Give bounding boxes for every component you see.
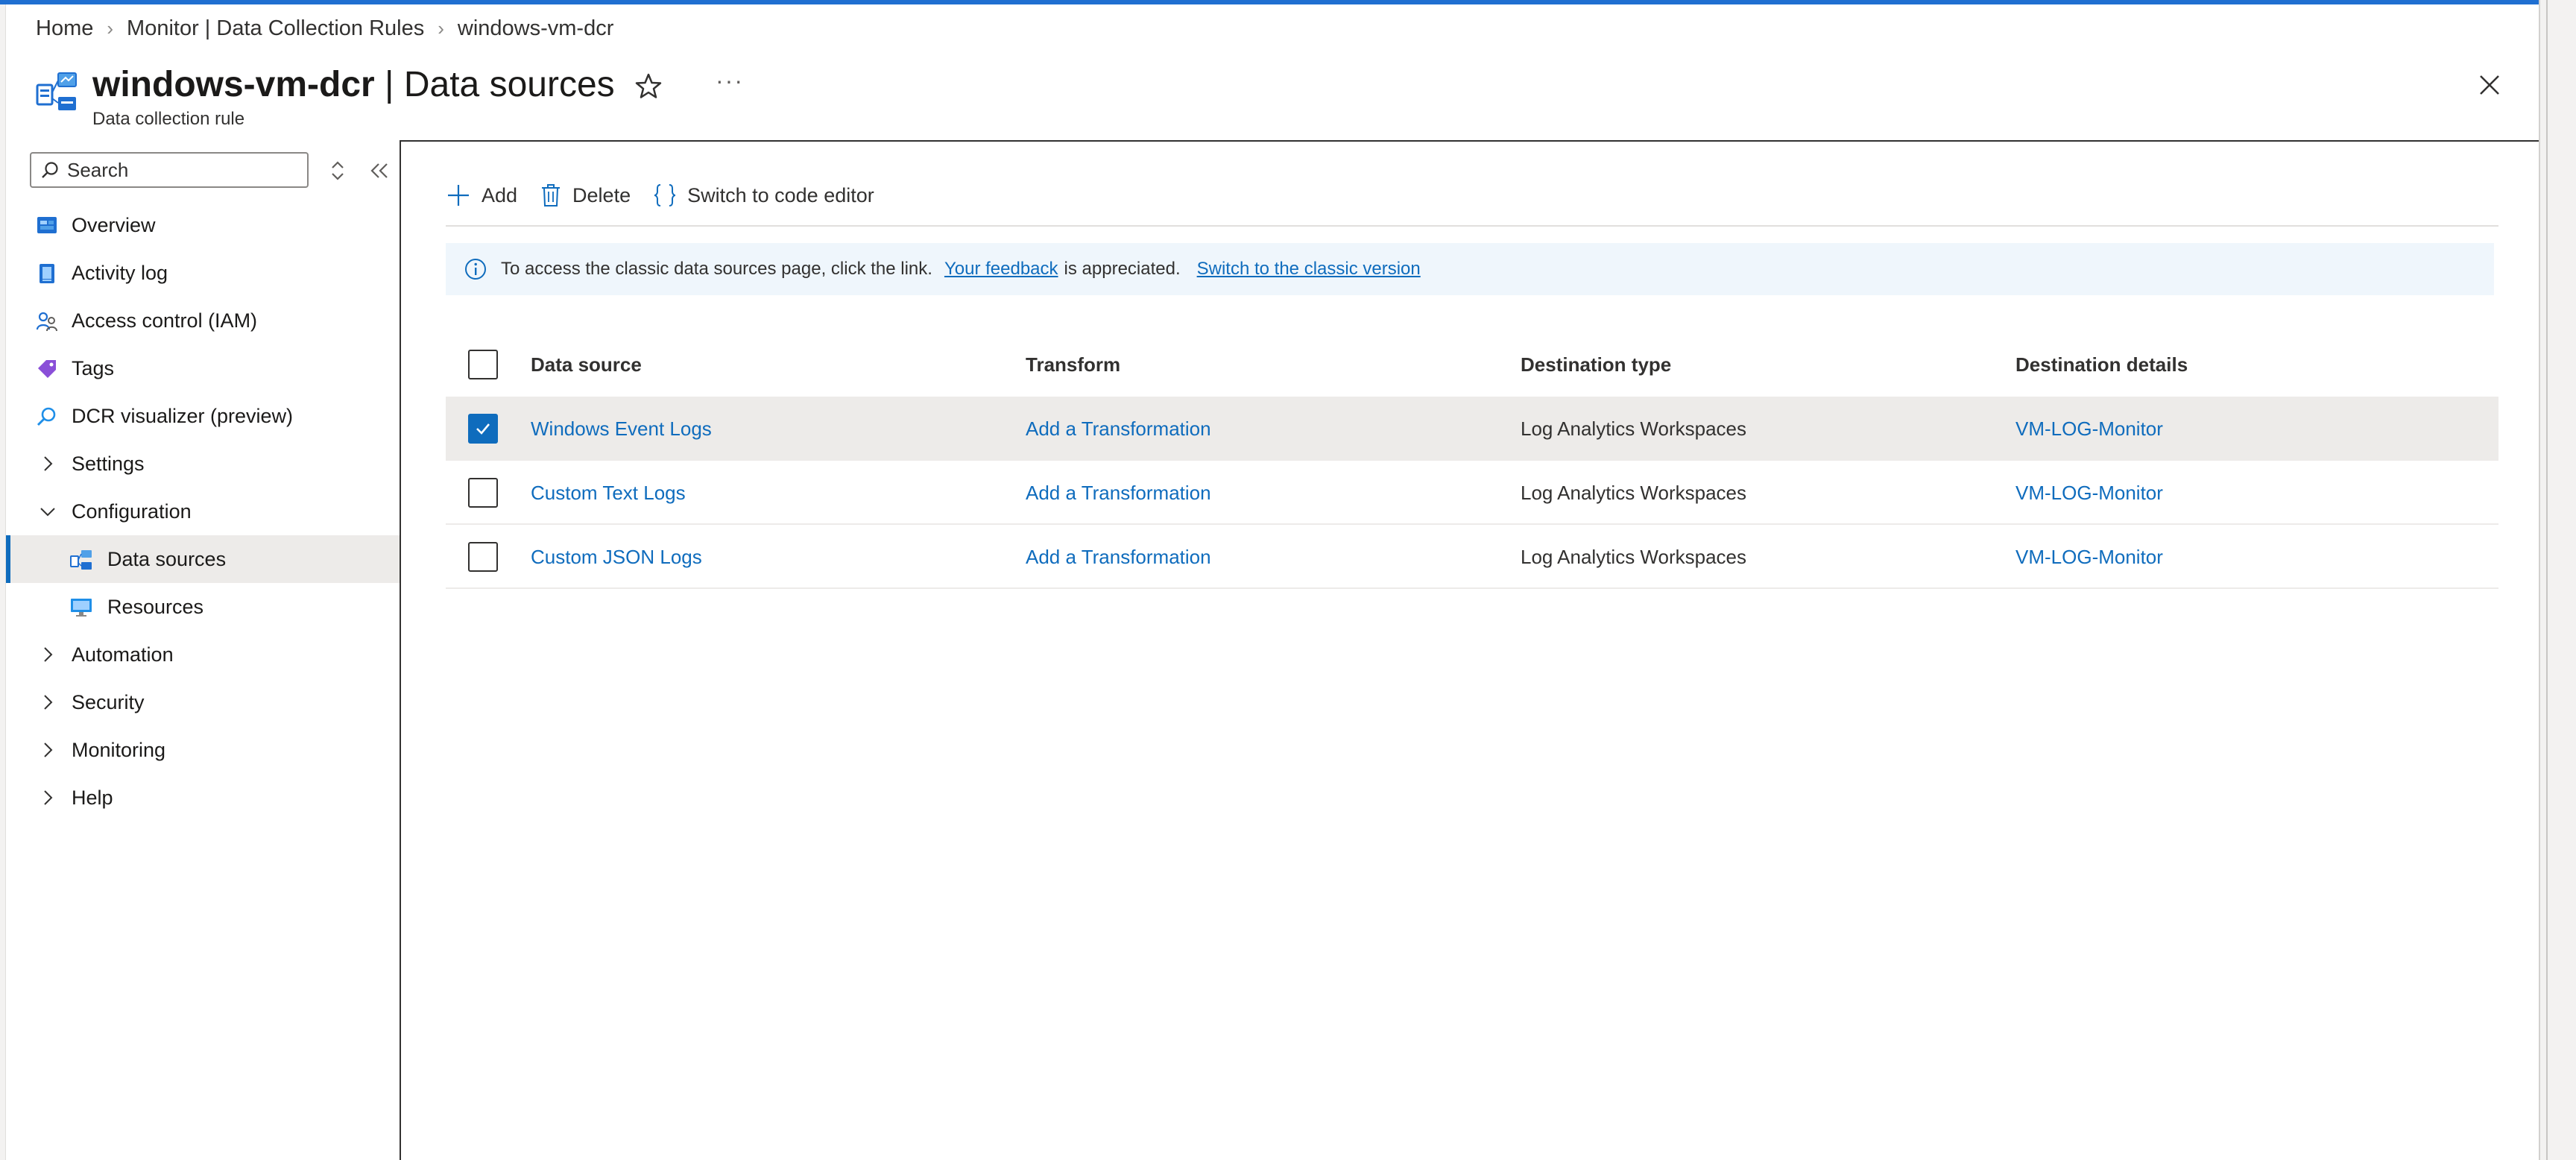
menu-items: Overview Activity log Access control (IA… (6, 201, 400, 822)
data-source-link[interactable]: Custom JSON Logs (531, 525, 702, 589)
menu-group-settings[interactable]: Settings (6, 440, 400, 488)
menu-item-data-sources[interactable]: Data sources (6, 535, 400, 583)
feedback-link[interactable]: Your feedback (944, 259, 1058, 280)
trash-icon (542, 184, 561, 207)
table-row[interactable]: Custom JSON Logs Add a Transformation Lo… (446, 525, 2498, 589)
menu-item-resources[interactable]: Resources (6, 583, 400, 631)
checkmark-icon (476, 423, 490, 435)
column-header-transform[interactable]: Transform (1026, 332, 1120, 397)
chevron-right-icon (44, 790, 53, 805)
add-button[interactable]: Add (446, 180, 517, 210)
column-header-destination-type[interactable]: Destination type (1521, 332, 1671, 397)
data-collection-rule-icon (36, 72, 77, 110)
destination-type: Log Analytics Workspaces (1521, 481, 1746, 504)
breadcrumb: Home › Monitor | Data Collection Rules ›… (36, 16, 613, 41)
favorite-star-icon[interactable] (632, 70, 665, 103)
chevron-right-icon (44, 647, 53, 662)
menu-group-help[interactable]: Help (6, 774, 400, 822)
breadcrumb-separator-icon: › (107, 17, 114, 40)
menu-group-automation[interactable]: Automation (6, 631, 400, 678)
menu-group-monitoring[interactable]: Monitoring (6, 726, 400, 774)
page-header: windows-vm-dcr | Data sources Data colle… (36, 64, 2525, 134)
menu-group-security[interactable]: Security (6, 678, 400, 726)
row-checkbox[interactable] (468, 542, 498, 572)
destination-details-link[interactable]: VM-LOG-Monitor (2015, 397, 2163, 461)
menu-item-overview[interactable]: Overview (6, 201, 400, 249)
column-header-destination-details[interactable]: Destination details (2015, 332, 2188, 397)
chevron-right-icon (44, 456, 53, 471)
more-options-icon[interactable]: ··· (716, 67, 744, 95)
info-text-after: is appreciated. (1064, 259, 1181, 279)
switch-to-classic-link[interactable]: Switch to the classic version (1197, 259, 1421, 280)
page-title: windows-vm-dcr | Data sources (92, 65, 615, 104)
select-all-checkbox[interactable] (468, 350, 498, 379)
main-content: Add Delete Switch to code editor To acce… (400, 140, 2539, 1160)
row-checkbox[interactable] (468, 478, 498, 508)
info-banner: To access the classic data sources page,… (446, 243, 2494, 295)
breadcrumb-current[interactable]: windows-vm-dcr (458, 16, 613, 41)
tag-icon (38, 360, 56, 378)
data-source-link[interactable]: Custom Text Logs (531, 461, 686, 525)
breadcrumb-separator-icon: › (438, 17, 444, 40)
destination-details-link[interactable]: VM-LOG-Monitor (2015, 461, 2163, 525)
data-sources-table: Data source Transform Destination type D… (446, 332, 2498, 589)
right-scroll-gutter[interactable] (2539, 0, 2576, 1160)
access-control-icon (36, 312, 57, 332)
destination-type: Log Analytics Workspaces (1521, 417, 1746, 440)
breadcrumb-home[interactable]: Home (36, 16, 93, 41)
info-icon (465, 259, 486, 280)
braces-icon (654, 184, 676, 207)
resource-menu: Overview Activity log Access control (IA… (6, 142, 400, 1160)
toolbar-divider (446, 225, 2498, 227)
sort-icon[interactable] (326, 158, 349, 183)
chevron-right-icon (44, 695, 53, 710)
switch-to-code-editor-button[interactable]: Switch to code editor (653, 180, 874, 210)
visualizer-search-icon (37, 407, 56, 426)
data-source-link[interactable]: Windows Event Logs (531, 397, 712, 461)
menu-search[interactable] (30, 152, 309, 188)
activity-log-icon (40, 264, 54, 283)
data-sources-icon (70, 550, 92, 570)
collapse-menu-icon[interactable] (367, 158, 392, 183)
left-edge (0, 4, 6, 1160)
row-checkbox[interactable] (468, 414, 498, 444)
search-icon (42, 162, 58, 178)
menu-item-activity-log[interactable]: Activity log (6, 249, 400, 297)
command-bar: Add Delete Switch to code editor (446, 180, 897, 210)
column-header-data-source[interactable]: Data source (531, 332, 642, 397)
page-subtitle: Data collection rule (92, 109, 245, 129)
portal-window: Home › Monitor | Data Collection Rules ›… (0, 0, 2576, 1160)
table-row[interactable]: Custom Text Logs Add a Transformation Lo… (446, 461, 2498, 525)
add-transformation-link[interactable]: Add a Transformation (1026, 461, 1211, 525)
menu-item-access-control[interactable]: Access control (IAM) (6, 297, 400, 344)
chevron-right-icon (44, 743, 53, 757)
menu-item-dcr-visualizer[interactable]: DCR visualizer (preview) (6, 392, 400, 440)
menu-group-configuration[interactable]: Configuration (6, 488, 400, 535)
search-input[interactable] (67, 158, 291, 182)
destination-details-link[interactable]: VM-LOG-Monitor (2015, 525, 2163, 589)
overview-icon (37, 217, 57, 233)
chevron-down-icon (40, 508, 55, 517)
delete-button[interactable]: Delete (540, 180, 631, 210)
close-icon[interactable] (2473, 69, 2506, 101)
breadcrumb-monitor-dcr[interactable]: Monitor | Data Collection Rules (127, 16, 424, 41)
add-transformation-link[interactable]: Add a Transformation (1026, 397, 1211, 461)
plus-icon (448, 185, 469, 206)
add-transformation-link[interactable]: Add a Transformation (1026, 525, 1211, 589)
top-accent-bar (0, 0, 2539, 4)
resources-monitor-icon (71, 599, 92, 617)
destination-type: Log Analytics Workspaces (1521, 545, 1746, 568)
menu-item-tags[interactable]: Tags (6, 344, 400, 392)
table-row[interactable]: Windows Event Logs Add a Transformation … (446, 397, 2498, 461)
info-text: To access the classic data sources page,… (501, 259, 932, 279)
table-header: Data source Transform Destination type D… (446, 332, 2498, 397)
